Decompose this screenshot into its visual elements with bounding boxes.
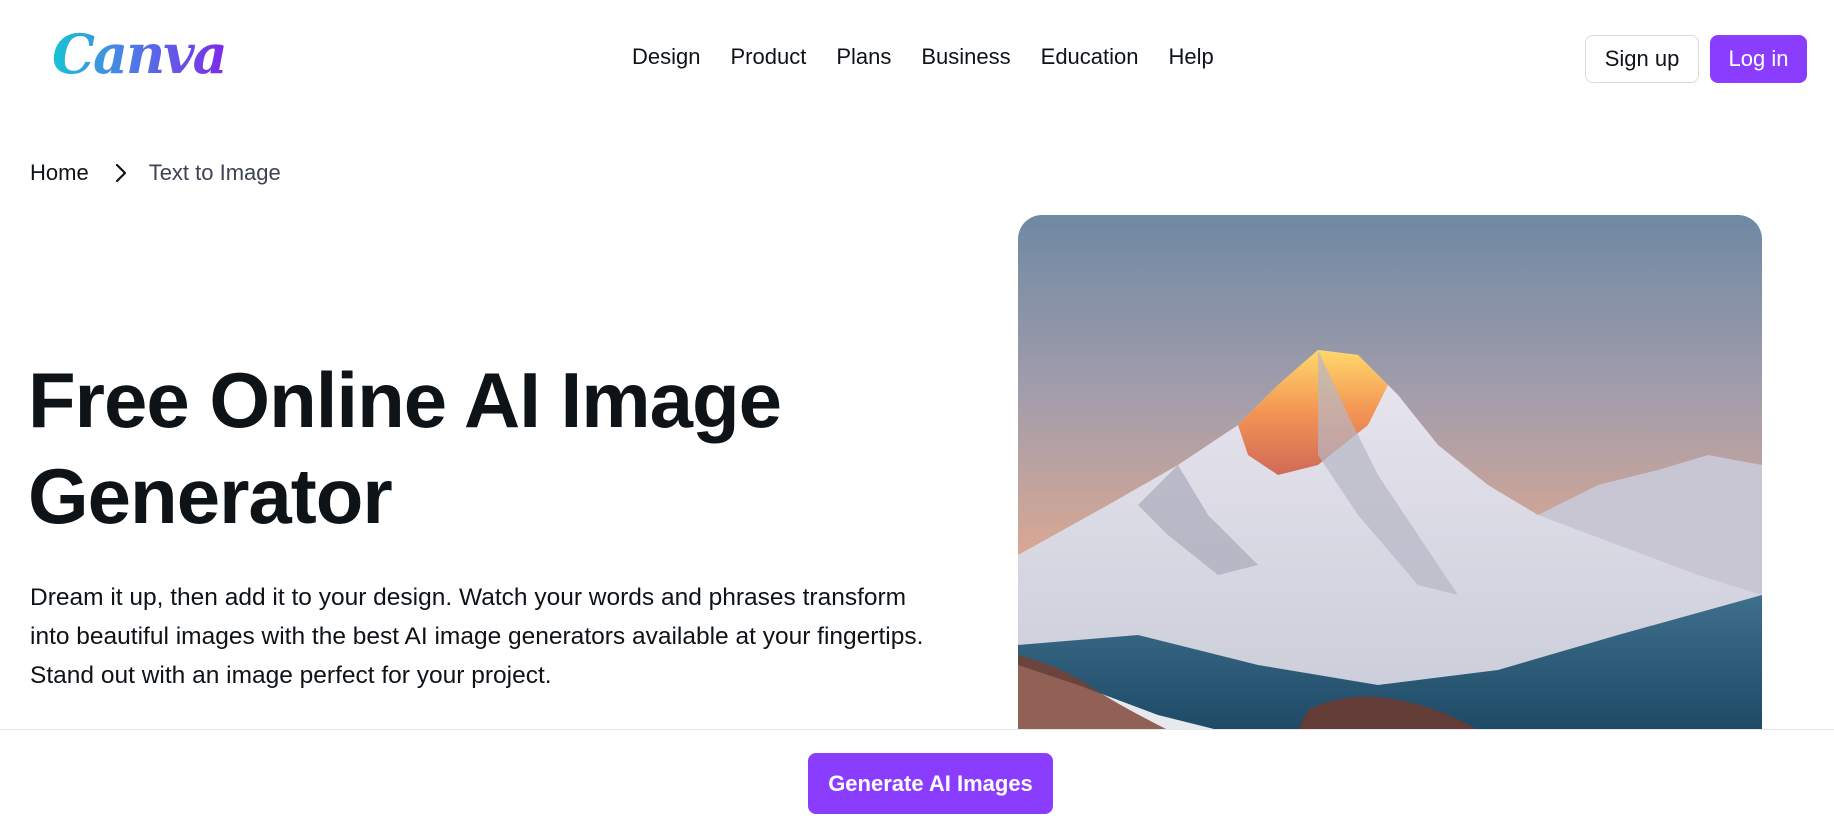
- hero-description: Dream it up, then add it to your design.…: [30, 584, 924, 689]
- site-header: Canva Design Product Plans Business Educ…: [0, 0, 1834, 118]
- nav-item-product[interactable]: Product: [730, 44, 806, 70]
- generate-ai-images-button[interactable]: Generate AI Images: [808, 753, 1053, 814]
- hero-mountain-image: [1018, 215, 1762, 730]
- breadcrumb-home-link[interactable]: Home: [30, 160, 89, 186]
- breadcrumb-current: Text to Image: [148, 160, 281, 185]
- signup-button[interactable]: Sign up: [1585, 35, 1699, 83]
- nav-item-design[interactable]: Design: [632, 44, 700, 70]
- nav-item-help[interactable]: Help: [1169, 44, 1214, 70]
- breadcrumb: Home Text to Image: [30, 160, 281, 186]
- chevron-right-icon: [115, 163, 127, 183]
- main-nav: Design Product Plans Business Education …: [632, 44, 1244, 70]
- canva-logo[interactable]: Canva: [52, 22, 228, 86]
- nav-item-education[interactable]: Education: [1041, 44, 1139, 70]
- nav-item-business[interactable]: Business: [921, 44, 1010, 70]
- nav-item-plans[interactable]: Plans: [836, 44, 891, 70]
- page-title: Free Online AI Image Generator: [28, 356, 782, 540]
- login-button[interactable]: Log in: [1710, 35, 1807, 83]
